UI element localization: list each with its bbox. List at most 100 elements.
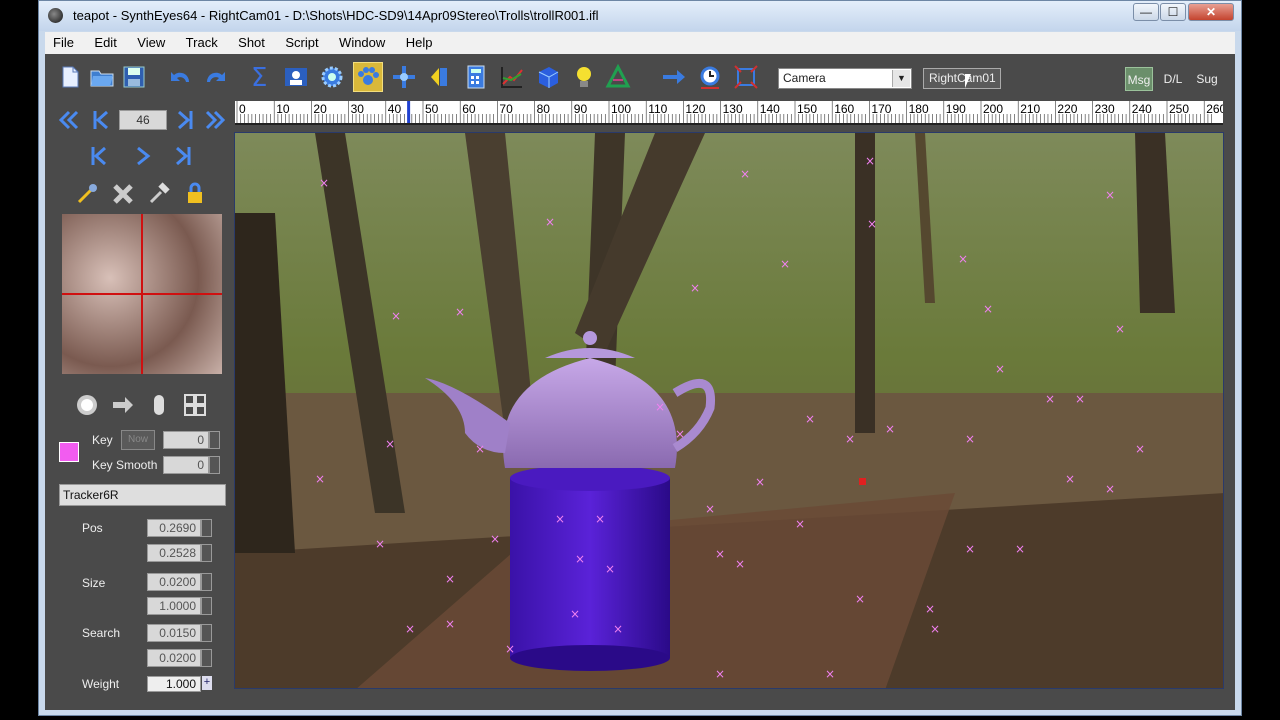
move-cross-icon[interactable] bbox=[389, 62, 419, 92]
menu-edit[interactable]: Edit bbox=[86, 32, 124, 54]
search-label: Search bbox=[82, 626, 121, 640]
room-mode-value: Camera bbox=[783, 71, 826, 85]
fast-forward-end-icon[interactable] bbox=[203, 108, 227, 132]
previous-key-icon[interactable] bbox=[89, 108, 113, 132]
key-smooth-label: Key Smooth bbox=[92, 458, 158, 472]
record-circle-icon[interactable] bbox=[75, 393, 99, 417]
new-file-icon[interactable] bbox=[55, 62, 85, 92]
ruler-tick-label: 70 bbox=[499, 102, 513, 116]
key-now-button[interactable]: Now bbox=[121, 430, 155, 450]
open-folder-icon[interactable] bbox=[87, 62, 117, 92]
key-smooth-field[interactable]: 0 bbox=[163, 456, 209, 474]
active-camera-field[interactable]: RightCam01 bbox=[923, 68, 1001, 89]
menu-window[interactable]: Window bbox=[331, 32, 393, 54]
play-forward-arrow-icon[interactable] bbox=[659, 62, 689, 92]
weight-plus-icon[interactable]: + bbox=[202, 676, 212, 690]
camera-view-icon[interactable] bbox=[281, 62, 311, 92]
step-forward-icon[interactable] bbox=[171, 144, 195, 168]
next-key-icon[interactable] bbox=[173, 108, 197, 132]
key-smooth-spinner[interactable] bbox=[209, 456, 220, 474]
main-area: Σ Camera ▼ RightCam01 Msg D/L Sug 0 10 2… bbox=[45, 54, 1235, 710]
msg-toggle[interactable]: Msg bbox=[1125, 67, 1153, 91]
size-x-field[interactable]: 0.0200 bbox=[147, 573, 201, 591]
menu-file[interactable]: File bbox=[45, 32, 82, 54]
ruler-tick-label: 160 bbox=[834, 102, 854, 116]
3d-cube-icon[interactable] bbox=[533, 62, 563, 92]
tracker-marker: × bbox=[735, 557, 745, 571]
tracker-marker: × bbox=[445, 572, 455, 586]
arrow-right-icon[interactable] bbox=[111, 393, 135, 417]
frame-number-field[interactable]: 46 bbox=[119, 110, 167, 130]
chevron-down-icon[interactable]: ▼ bbox=[892, 70, 910, 87]
tracker-marker: × bbox=[455, 305, 465, 319]
pos-x-spinner[interactable] bbox=[201, 519, 212, 537]
pos-x-field[interactable]: 0.2690 bbox=[147, 519, 201, 537]
search-x-field[interactable]: 0.0150 bbox=[147, 624, 201, 642]
search-y-field[interactable]: 0.0200 bbox=[147, 649, 201, 667]
sug-toggle[interactable]: Sug bbox=[1193, 67, 1221, 91]
ruler-tick-label: 170 bbox=[871, 102, 891, 116]
tracker-marker: × bbox=[555, 512, 565, 526]
lock-icon[interactable] bbox=[183, 182, 207, 206]
tracker-color-swatch[interactable] bbox=[59, 442, 79, 462]
key-field[interactable]: 0 bbox=[163, 431, 209, 449]
dl-toggle[interactable]: D/L bbox=[1159, 67, 1187, 91]
ruler-tick-label: 180 bbox=[909, 102, 929, 116]
step-back-icon[interactable] bbox=[87, 144, 111, 168]
timeline-ruler[interactable]: 0 10 20 30 40 50 60 70 80 90 100 110 120 130 140 150 160… bbox=[235, 101, 1223, 125]
redo-icon[interactable] bbox=[201, 62, 231, 92]
app-icon bbox=[48, 8, 63, 23]
menu-help[interactable]: Help bbox=[398, 32, 441, 54]
weight-field[interactable]: 1.000 bbox=[147, 676, 201, 692]
clock-icon[interactable] bbox=[695, 62, 725, 92]
magic-wand-icon[interactable] bbox=[75, 182, 99, 206]
tracker-name-field[interactable]: Tracker6R bbox=[59, 484, 226, 506]
tracker-marker: × bbox=[575, 552, 585, 566]
tracker-marker: × bbox=[605, 562, 615, 576]
minimize-button[interactable]: — bbox=[1133, 3, 1159, 21]
rewind-start-icon[interactable] bbox=[57, 108, 81, 132]
grid-icon[interactable] bbox=[183, 393, 207, 417]
camera-viewport[interactable]: × × × × × × × × × × × × × × × × × × × × × × × × × × × × × × × × × × × × × × × ×… bbox=[234, 132, 1224, 689]
ruler-tick-label: 90 bbox=[574, 102, 588, 116]
menu-view[interactable]: View bbox=[129, 32, 173, 54]
window-bottom-frame bbox=[45, 710, 1235, 714]
settings-gear-icon[interactable] bbox=[317, 62, 347, 92]
close-button[interactable]: ✕ bbox=[1188, 3, 1234, 21]
tracker-paw-icon[interactable] bbox=[353, 62, 383, 92]
size-y-spinner[interactable] bbox=[201, 597, 212, 615]
keyframe-diamond-icon[interactable] bbox=[425, 62, 455, 92]
tracker-marker: × bbox=[375, 537, 385, 551]
undo-icon[interactable] bbox=[165, 62, 195, 92]
menu-script[interactable]: Script bbox=[277, 32, 326, 54]
search-x-spinner[interactable] bbox=[201, 624, 212, 642]
fit-frame-icon[interactable] bbox=[731, 62, 761, 92]
search-y-spinner[interactable] bbox=[201, 649, 212, 667]
delete-x-icon[interactable] bbox=[111, 182, 135, 206]
pos-y-spinner[interactable] bbox=[201, 544, 212, 562]
size-y-field[interactable]: 1.0000 bbox=[147, 597, 201, 615]
maximize-button[interactable]: ☐ bbox=[1160, 3, 1186, 21]
light-bulb-icon[interactable] bbox=[569, 62, 599, 92]
graph-editor-icon[interactable] bbox=[497, 62, 527, 92]
save-icon[interactable] bbox=[119, 62, 149, 92]
tracker-marker: × bbox=[867, 217, 877, 231]
solve-sigma-icon[interactable]: Σ bbox=[245, 62, 275, 92]
perspective-icon[interactable] bbox=[603, 62, 633, 92]
lens-capsule-icon[interactable] bbox=[147, 393, 171, 417]
size-x-spinner[interactable] bbox=[201, 573, 212, 591]
pos-y-field[interactable]: 0.2528 bbox=[147, 544, 201, 562]
hammer-icon[interactable] bbox=[147, 182, 171, 206]
tracker-marker: × bbox=[595, 512, 605, 526]
play-icon[interactable] bbox=[131, 144, 155, 168]
room-mode-dropdown[interactable]: Camera ▼ bbox=[778, 68, 912, 89]
ruler-tick-label: 20 bbox=[313, 102, 327, 116]
menu-shot[interactable]: Shot bbox=[230, 32, 273, 54]
tracker-zoom-preview[interactable] bbox=[62, 214, 222, 374]
ruler-tick-label: 150 bbox=[797, 102, 817, 116]
calculator-icon[interactable] bbox=[461, 62, 491, 92]
tracker-marker: × bbox=[405, 622, 415, 636]
key-spinner[interactable] bbox=[209, 431, 220, 449]
tracker-marker: × bbox=[570, 607, 580, 621]
menu-track[interactable]: Track bbox=[178, 32, 226, 54]
